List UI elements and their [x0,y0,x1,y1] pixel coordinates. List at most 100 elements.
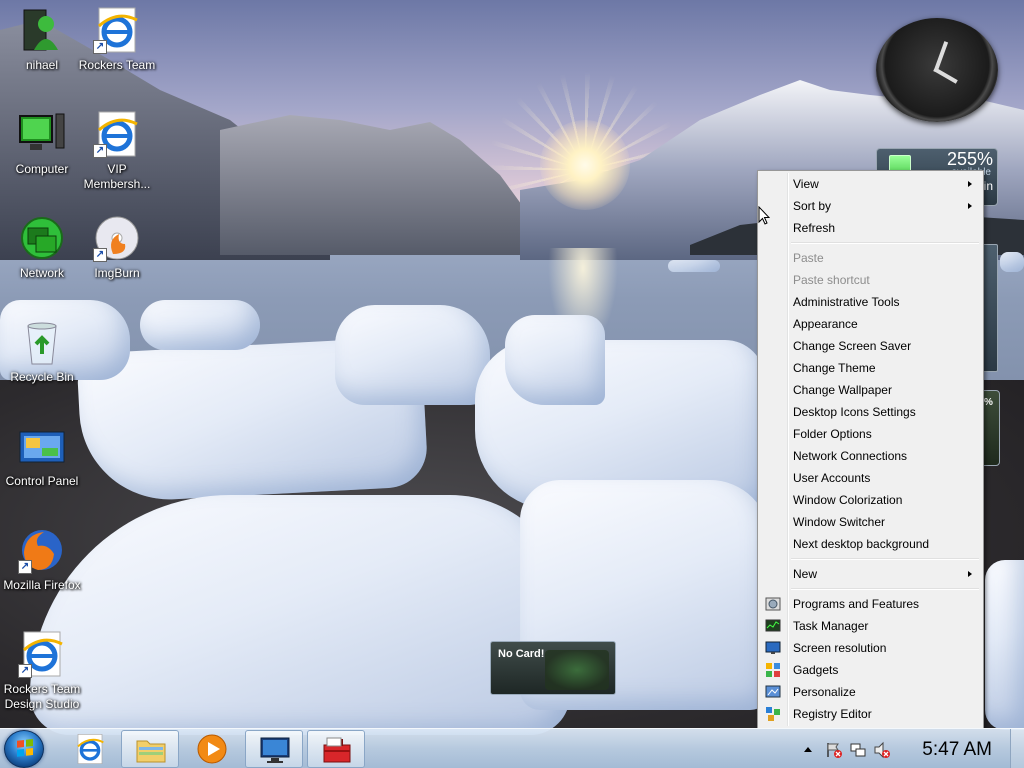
show-desktop-button[interactable] [1010,729,1024,768]
menu-item-label: Change Wallpaper [793,383,892,397]
network-status-icon[interactable] [849,741,867,759]
menu-item-label: Next desktop background [793,537,930,551]
menu-item-sort-by[interactable]: Sort by [760,195,981,217]
menu-item-label: Administrative Tools [793,295,900,309]
menu-item-desktop-icons-settings[interactable]: Desktop Icons Settings [760,401,981,423]
menu-item-change-screen-saver[interactable]: Change Screen Saver [760,335,981,357]
menu-item-programs-and-features[interactable]: Programs and Features [760,593,981,615]
menu-item-label: Desktop Icons Settings [793,405,916,419]
ice-block [985,560,1024,730]
menu-item-label: Refresh [793,221,836,235]
desktop-context-menu: View Sort by Refresh Paste Paste shortcut Adm… [757,170,984,729]
menu-item-screen-resolution[interactable]: Screen resolution [760,637,981,659]
menu-item-folder-options[interactable]: Folder Options [760,423,981,445]
internet-explorer-icon: ↗ [18,630,66,678]
desktop-icon-rockers-team-design-studio[interactable]: ↗ Rockers Team Design Studio [0,630,84,712]
taskbar-button-toolbox[interactable] [307,730,365,768]
taskbar-button-media-player[interactable] [183,730,241,768]
menu-item-personalize[interactable]: Personalize [760,681,981,703]
clock-minute-hand [933,67,958,84]
taskbar-button-internet-explorer[interactable] [61,730,119,768]
monitor-icon [259,734,291,766]
menu-item-label: Gadgets [793,663,839,677]
menu-item-task-manager[interactable]: Task Manager [760,615,981,637]
desktop-icon-label: Computer [15,162,69,176]
show-hidden-icons-arrow-icon[interactable] [803,745,813,753]
menu-item-network-connections[interactable]: Network Connections [760,445,981,467]
desktop-icon-network[interactable]: Network [0,214,84,281]
ice-block [505,315,605,405]
desktop-icon-vip-membersh[interactable]: ↗ VIP Membersh... [75,110,159,192]
menu-item-label: Appearance [793,317,858,331]
menu-item-label: New [793,567,818,581]
menu-item-administrative-tools[interactable]: Administrative Tools [760,291,981,313]
desktop-icon-imgburn[interactable]: ↗ ImgBurn [75,214,159,281]
menu-item-label: Change Screen Saver [793,339,912,353]
menu-item-next-desktop-background[interactable]: Next desktop background [760,533,981,555]
personalize-icon [765,684,781,700]
internet-explorer-icon: ↗ [93,6,141,54]
desktop-icon-label: Rockers Team [78,58,156,72]
desktop-icon-computer[interactable]: Computer [0,110,84,177]
menu-item-user-accounts[interactable]: User Accounts [760,467,981,489]
shortcut-arrow-icon: ↗ [18,560,32,574]
user-folder-icon [18,6,66,54]
ice-floe [1000,252,1024,272]
no-card-gadget[interactable]: No Card! [490,641,616,695]
menu-item-appearance[interactable]: Appearance [760,313,981,335]
menu-item-label: User Accounts [793,471,871,485]
menu-item-label: Paste [793,251,824,265]
toolbox-icon [321,734,353,766]
shortcut-arrow-icon: ↗ [93,144,107,158]
menu-item-change-wallpaper[interactable]: Change Wallpaper [760,379,981,401]
menu-separator [760,239,981,247]
menu-item-label: Paste shortcut [793,273,870,287]
action-center-flag-icon[interactable] [825,741,843,759]
shortcut-arrow-icon: ↗ [93,248,107,262]
menu-separator [760,555,981,563]
menu-item-label: Window Colorization [793,493,903,507]
recycle-bin-icon [18,318,66,366]
taskbar-button-windows-explorer[interactable] [121,730,179,768]
desktop-icon-label: nihael [25,58,59,72]
desktop-icon-label: ImgBurn [94,266,140,280]
menu-separator [760,585,981,593]
submenu-arrow-icon [968,571,972,577]
screen-resolution-icon [765,640,781,656]
taskbar: 5:47 AM [0,728,1024,768]
control-panel-icon [18,422,66,470]
clock-time[interactable]: 5:47 AM [922,739,992,761]
desktop-icon-recycle-bin[interactable]: Recycle Bin [0,318,84,385]
clock-gadget[interactable] [876,18,998,122]
side-gadget-strip [982,244,998,372]
menu-item-view[interactable]: View [760,173,981,195]
desktop-icon-mozilla-firefox[interactable]: ↗ Mozilla Firefox [0,526,84,593]
menu-item-window-colorization[interactable]: Window Colorization [760,489,981,511]
menu-item-window-switcher[interactable]: Window Switcher [760,511,981,533]
media-player-icon [196,733,228,765]
start-button[interactable] [4,730,44,768]
task-manager-icon [765,618,781,634]
shortcut-arrow-icon: ↗ [18,664,32,678]
menu-item-paste: Paste [760,247,981,269]
desktop-icon-label: Network [19,266,64,280]
desktop-icon-rockers-team[interactable]: ↗ Rockers Team [75,6,159,73]
volume-muted-icon[interactable] [873,741,891,759]
battery-extra: in [983,179,993,193]
menu-item-refresh[interactable]: Refresh [760,217,981,239]
menu-item-new[interactable]: New [760,563,981,585]
taskbar-button-remote-desktop[interactable] [245,730,303,768]
menu-item-label: Screen resolution [793,641,887,655]
mouse-cursor-icon [758,206,770,225]
folder-icon [135,734,167,766]
programs-features-icon [765,596,781,612]
menu-item-registry-editor[interactable]: Registry Editor [760,703,981,725]
desktop-icon-nihael[interactable]: nihael [0,6,84,73]
menu-item-change-theme[interactable]: Change Theme [760,357,981,379]
desktop-icon-control-panel[interactable]: Control Panel [0,422,84,489]
menu-item-label: Programs and Features [793,597,920,611]
submenu-arrow-icon [968,203,972,209]
desktop-icon-label: Mozilla Firefox [3,578,81,592]
menu-item-gadgets[interactable]: Gadgets [760,659,981,681]
menu-item-label: Sort by [793,199,832,213]
